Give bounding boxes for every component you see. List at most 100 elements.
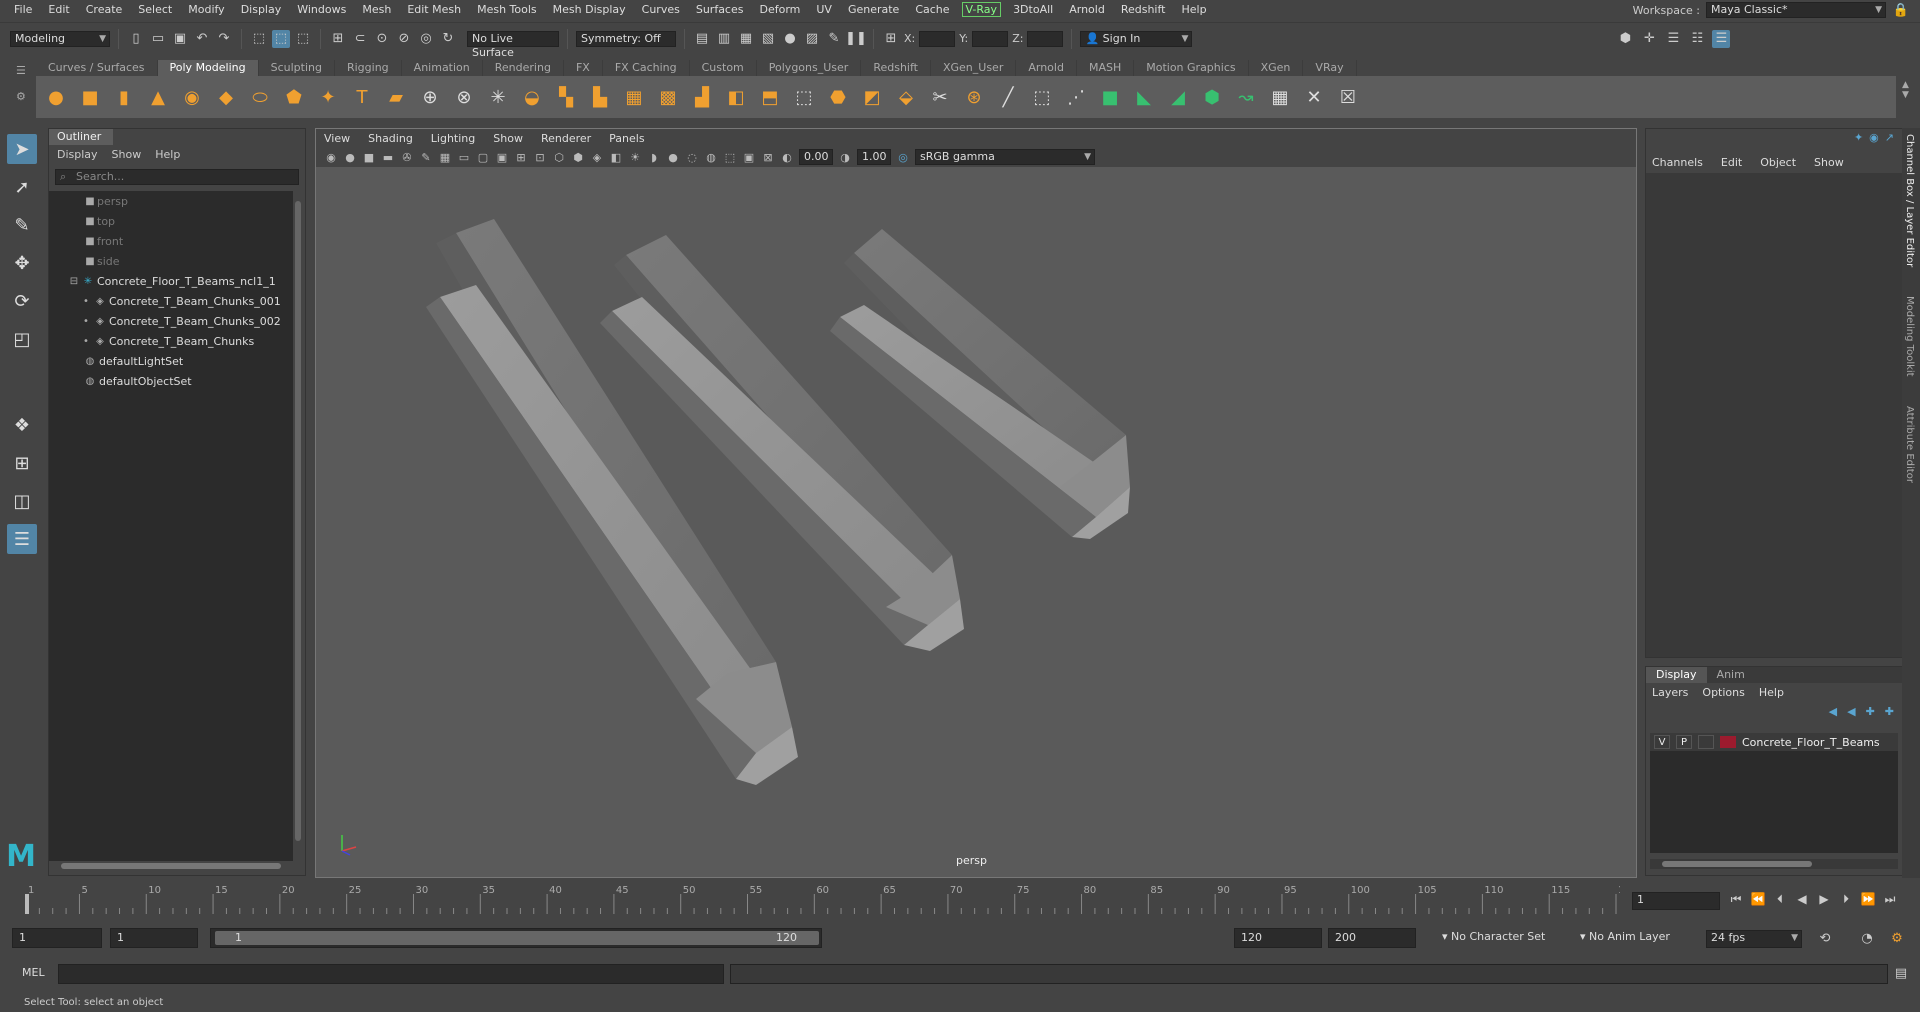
tab-poly-modeling[interactable]: Poly Modeling [157,60,259,76]
attribute-editor-icon[interactable]: ☰ [1664,30,1682,48]
concrete-beam-left[interactable] [426,219,798,785]
new-layer-selected-icon[interactable]: ✚ [1885,705,1894,718]
bridge-icon[interactable]: ⬚ [790,83,818,111]
menu-mesh-display[interactable]: Mesh Display [545,3,634,16]
xray-joints-icon[interactable]: ⊠ [761,150,775,164]
poly-disc-icon[interactable]: ⬭ [246,83,274,111]
scrollbar-thumb[interactable] [61,863,281,869]
sculpt-tool-icon[interactable]: ⊕ [416,83,444,111]
open-scene-icon[interactable]: ▭ [149,30,167,48]
outliner-item-group[interactable]: ⊟ ✳ Concrete_Floor_T_Beams_ncl1_1 [49,271,293,291]
offset-edge-loop-icon[interactable]: ⬚ [1028,83,1056,111]
multi-cut-icon[interactable]: ✂ [926,83,954,111]
outliner-item-default-object-set[interactable]: ◍ defaultObjectSet [49,371,293,391]
menu-file[interactable]: File [6,3,40,16]
motion-blur-icon[interactable]: ◌ [685,150,699,164]
two-view-icon[interactable]: ◫ [7,486,37,516]
combine-icon[interactable]: ◒ [518,83,546,111]
outliner-menu-show[interactable]: Show [112,148,142,161]
anim-prefs-icon[interactable]: ⚙ [1888,929,1906,947]
play-backwards-icon[interactable]: ◀ [1794,890,1810,908]
menu-select[interactable]: Select [130,3,180,16]
menu-display[interactable]: Display [233,3,290,16]
viewport-menu-shading[interactable]: Shading [368,132,413,145]
pause-render-icon[interactable]: ❚❚ [845,30,867,48]
colorspace-dropdown[interactable]: sRGB gamma ▼ [915,149,1095,165]
menu-curves[interactable]: Curves [634,3,688,16]
transform-constraint-icon[interactable]: ⊞ [882,30,900,48]
tab-channel-box-layer-editor[interactable]: Channel Box / Layer Editor [1904,134,1915,267]
color-management-icon[interactable]: ◎ [896,150,910,164]
grid-icon[interactable]: ▦ [438,150,452,164]
outliner-item-persp[interactable]: ■ persp [49,191,293,211]
smooth-shade-icon[interactable]: ⬢ [571,150,585,164]
measure-icon[interactable]: ⊗ [450,83,478,111]
layer-visibility-toggle[interactable]: V [1654,735,1670,749]
move-layer-down-icon[interactable]: ◀ [1847,705,1855,718]
bookmark-icon[interactable]: ■ [362,150,376,164]
scale-tool-icon[interactable]: ◰ [7,324,37,354]
tab-curves-surfaces[interactable]: Curves / Surfaces [36,60,158,76]
menu-mesh[interactable]: Mesh [354,3,399,16]
fill-hole-icon[interactable]: ◩ [858,83,886,111]
modeling-toolkit-icon[interactable]: ⬢ [1616,30,1634,48]
image-plane-icon[interactable]: ▬ [381,150,395,164]
menu-set-dropdown[interactable]: Modeling ▼ [10,30,110,47]
scrollbar-thumb[interactable] [295,201,301,841]
tab-polygons-user[interactable]: Polygons_User [757,60,862,76]
undo-icon[interactable]: ↶ [193,30,211,48]
z-coordinate-field[interactable] [1027,30,1064,47]
shelf-menu-icon[interactable]: ☰ [16,64,26,77]
isolate-select-icon[interactable]: ⬚ [723,150,737,164]
poly-plane-icon[interactable]: ◆ [212,83,240,111]
sign-in-button[interactable]: 👤 Sign In ▼ [1080,30,1193,47]
x-coordinate-field[interactable] [919,30,956,47]
tab-custom[interactable]: Custom [690,60,757,76]
loop-icon[interactable]: ⟲ [1816,929,1834,947]
platonic-solid-icon[interactable]: ⬟ [280,83,308,111]
expand-icon[interactable]: ↗ [1885,131,1894,144]
wireframe-icon[interactable]: ⬡ [552,150,566,164]
new-scene-icon[interactable]: ▯ [127,30,145,48]
script-editor-icon[interactable]: ▤ [1892,964,1910,982]
outliner-search-input[interactable]: ⌕ Search... [55,169,299,185]
field-chart-icon[interactable]: ⊞ [514,150,528,164]
uv-spherical-icon[interactable]: ◢ [1164,83,1192,111]
camera-attributes-icon[interactable]: ● [343,150,357,164]
tab-arnold[interactable]: Arnold [1016,60,1077,76]
tab-xgen-user[interactable]: XGen_User [931,60,1017,76]
tab-vray[interactable]: VRay [1303,60,1357,76]
select-hierarchy-icon[interactable]: ⬚ [250,30,268,48]
wireframe-on-shaded-icon[interactable]: ◈ [590,150,604,164]
render-frame-icon[interactable]: ▤ [693,30,711,48]
anim-layer-dropdown[interactable]: ▾ No Anim Layer [1574,928,1692,948]
super-shape-icon[interactable]: ✦ [314,83,342,111]
exposure-icon[interactable]: ◐ [780,150,794,164]
tab-anim[interactable]: Anim [1707,667,1755,683]
outliner-item-default-light-set[interactable]: ◍ defaultLightSet [49,351,293,371]
select-object-icon[interactable]: ⬚ [272,29,290,48]
poly-cone-icon[interactable]: ▲ [144,83,172,111]
layer-display-type-toggle[interactable] [1698,735,1714,749]
snap-curve-icon[interactable]: ⊂ [351,30,369,48]
channel-box-icon[interactable]: ☰ [1712,29,1731,48]
outliner-horizontal-scrollbar[interactable] [51,861,291,871]
film-gate-icon[interactable]: ▭ [457,150,471,164]
svg-icon[interactable]: ▰ [382,83,410,111]
extrude-icon[interactable]: ⬒ [756,83,784,111]
go-to-start-icon[interactable]: ⏮ [1728,890,1744,908]
menu-edit[interactable]: Edit [40,3,77,16]
move-tool-icon[interactable]: ✥ [7,248,37,278]
bevel-icon[interactable]: ⬣ [824,83,852,111]
channel-box-menu-show[interactable]: Show [1814,156,1844,169]
insert-edge-loop-icon[interactable]: ⊛ [960,83,988,111]
tool-settings-icon[interactable]: ☷ [1688,30,1706,48]
menu-modify[interactable]: Modify [180,3,232,16]
poly-cube-icon[interactable]: ■ [76,83,104,111]
save-scene-icon[interactable]: ▣ [171,30,189,48]
layer-row[interactable]: V P Concrete_Floor_T_Beams [1650,733,1898,751]
xray-icon[interactable]: ▣ [742,150,756,164]
menu-vray[interactable]: V-Ray [961,1,1002,17]
outliner-menu-help[interactable]: Help [155,148,180,161]
menu-3dtoall[interactable]: 3DtoAll [1005,3,1061,16]
